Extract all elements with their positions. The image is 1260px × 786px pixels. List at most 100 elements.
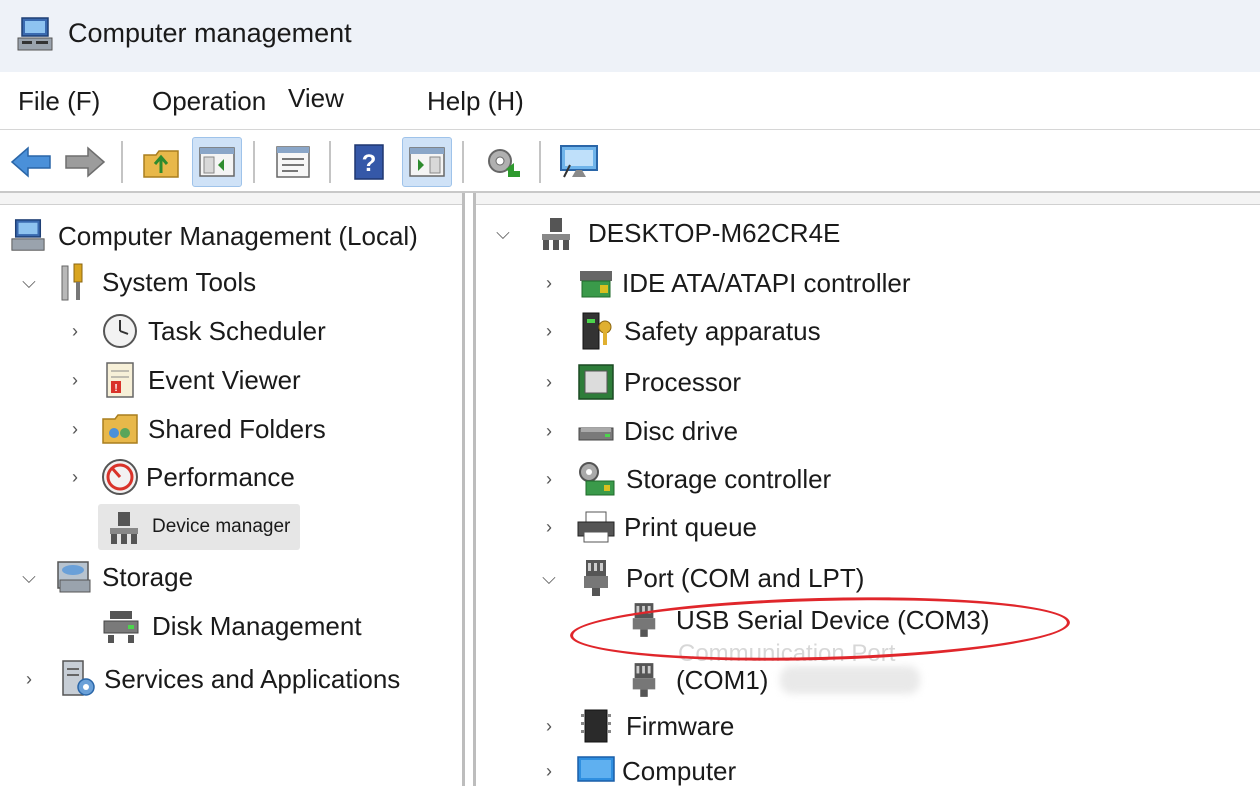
chevron-right-icon[interactable]: › — [64, 320, 86, 342]
port-connector-icon — [576, 558, 616, 598]
device-category-label: Firmware — [626, 710, 735, 741]
tree-item-storage[interactable]: ⌵ Storage — [18, 557, 193, 597]
svg-text:?: ? — [362, 150, 377, 177]
computer-management-icon — [8, 216, 48, 256]
menu-bar: File (F) Operation View Help (H) — [0, 72, 1260, 130]
chevron-right-icon[interactable]: › — [538, 420, 560, 442]
chevron-right-icon[interactable]: › — [64, 418, 86, 440]
chevron-right-icon[interactable]: › — [538, 272, 560, 294]
show-action-pane-icon[interactable] — [402, 137, 452, 187]
chevron-right-icon[interactable]: › — [64, 369, 86, 391]
computer-name: DESKTOP-M62CR4E — [588, 217, 841, 248]
storage-icon — [54, 557, 94, 597]
up-folder-icon[interactable] — [136, 137, 186, 187]
tools-icon — [54, 262, 94, 302]
tree-item-label: Storage — [102, 561, 194, 592]
port-connector-icon — [624, 660, 664, 700]
redaction-blur — [780, 666, 920, 694]
tree-item-performance[interactable]: › Performance — [64, 457, 295, 497]
tree-item-label: Disk Management — [152, 610, 362, 641]
chevron-right-icon[interactable]: › — [538, 371, 560, 393]
device-category-computer[interactable]: › Computer — [538, 751, 736, 786]
device-category-label: IDE ATA/ATAPI controller — [622, 267, 911, 298]
disk-management-icon — [100, 606, 140, 646]
computer-tree-icon — [536, 213, 576, 253]
tree-item-shared-folders[interactable]: › Shared Folders — [64, 409, 326, 449]
menu-help[interactable]: Help (H) — [427, 86, 524, 117]
show-hide-tree-icon[interactable] — [192, 137, 242, 187]
chevron-right-icon[interactable]: › — [538, 516, 560, 538]
firmware-chip-icon — [576, 706, 616, 746]
shared-folder-icon — [100, 409, 140, 449]
chevron-down-icon[interactable]: ⌵ — [538, 567, 560, 589]
chevron-right-icon[interactable]: › — [538, 760, 560, 782]
device-category-firmware[interactable]: › Firmware — [538, 706, 734, 746]
tree-item-disk-management[interactable]: Disk Management — [100, 606, 362, 646]
scan-hardware-icon[interactable] — [478, 137, 528, 187]
chevron-right-icon[interactable]: › — [18, 668, 40, 690]
security-device-icon — [576, 311, 616, 351]
chevron-down-icon[interactable]: ⌵ — [18, 271, 40, 293]
ide-controller-icon — [576, 263, 616, 303]
device-category-processor[interactable]: › Processor — [538, 362, 741, 402]
monitor-icon[interactable] — [554, 137, 604, 187]
tree-item-label: Performance — [146, 461, 295, 492]
storage-controller-icon — [576, 459, 616, 499]
device-category-disc-drive[interactable]: › Disc drive — [538, 411, 738, 451]
menu-operation[interactable]: Operation — [152, 86, 266, 117]
toolbar-separator — [539, 141, 541, 183]
tree-item-label: Event Viewer — [148, 364, 301, 395]
forward-arrow-icon[interactable] — [60, 137, 110, 187]
tree-item-system-tools[interactable]: ⌵ System Tools — [18, 262, 256, 302]
tree-item-task-scheduler[interactable]: › Task Scheduler — [64, 311, 326, 351]
tree-item-services-and-applications[interactable]: › Services and Applications — [18, 659, 400, 699]
event-log-icon: ! — [100, 360, 140, 400]
monitor-icon — [576, 751, 616, 786]
performance-gauge-icon — [100, 457, 140, 497]
printer-icon — [576, 507, 616, 547]
port-label: (COM1) — [676, 664, 769, 695]
device-category-ide-ata-atapi[interactable]: › IDE ATA/ATAPI controller — [538, 263, 911, 303]
toolbar-separator — [329, 141, 331, 183]
help-icon[interactable]: ? — [344, 137, 394, 187]
pane-splitter[interactable] — [462, 193, 476, 786]
device-category-label: Processor — [624, 366, 742, 397]
menu-view[interactable]: View — [288, 83, 344, 114]
chevron-right-icon[interactable]: › — [538, 320, 560, 342]
services-icon — [58, 659, 98, 699]
toolbar-separator — [121, 141, 123, 183]
tree-item-label: Shared Folders — [148, 413, 326, 444]
back-arrow-icon[interactable] — [6, 137, 56, 187]
chevron-down-icon[interactable]: ⌵ — [18, 566, 40, 588]
title-bar: Computer management — [0, 0, 1260, 72]
tree-item-label: System Tools — [102, 266, 257, 297]
window-title: Computer management — [68, 18, 352, 48]
toolbar-separator — [462, 141, 464, 183]
chevron-right-icon[interactable]: › — [64, 466, 86, 488]
toolbar-separator — [253, 141, 255, 183]
pane-header-strip — [0, 193, 1260, 205]
tree-item-device-manager[interactable]: Device manager — [98, 504, 301, 550]
device-category-label: Computer — [622, 755, 737, 786]
device-category-label: Storage controller — [626, 463, 832, 494]
chevron-down-icon[interactable]: ⌵ — [492, 222, 514, 244]
tree-item-computer-management-local[interactable]: Computer Management (Local) — [8, 216, 418, 256]
port-communication-com1[interactable]: (COM1) — [624, 660, 768, 700]
device-category-label: Disc drive — [624, 415, 739, 446]
device-category-storage-controller[interactable]: › Storage controller — [538, 459, 831, 499]
properties-icon[interactable] — [268, 137, 318, 187]
tree-item-label: Services and Applications — [104, 663, 401, 694]
tree-item-label: Computer Management (Local) — [58, 220, 418, 251]
chevron-right-icon[interactable]: › — [538, 468, 560, 490]
device-category-port-com-lpt[interactable]: ⌵ Port (COM and LPT) — [538, 558, 864, 598]
device-category-safety-apparatus[interactable]: › Safety apparatus — [538, 311, 821, 351]
device-manager-icon — [104, 507, 144, 547]
device-category-print-queue[interactable]: › Print queue — [538, 507, 757, 547]
device-category-label: Print queue — [624, 511, 757, 542]
device-root[interactable]: ⌵ DESKTOP-M62CR4E — [492, 213, 840, 253]
svg-text:!: ! — [114, 383, 117, 394]
menu-file[interactable]: File (F) — [18, 86, 100, 117]
toolbar: ? — [0, 131, 1260, 193]
chevron-right-icon[interactable]: › — [538, 715, 560, 737]
tree-item-event-viewer[interactable]: › ! Event Viewer — [64, 360, 301, 400]
